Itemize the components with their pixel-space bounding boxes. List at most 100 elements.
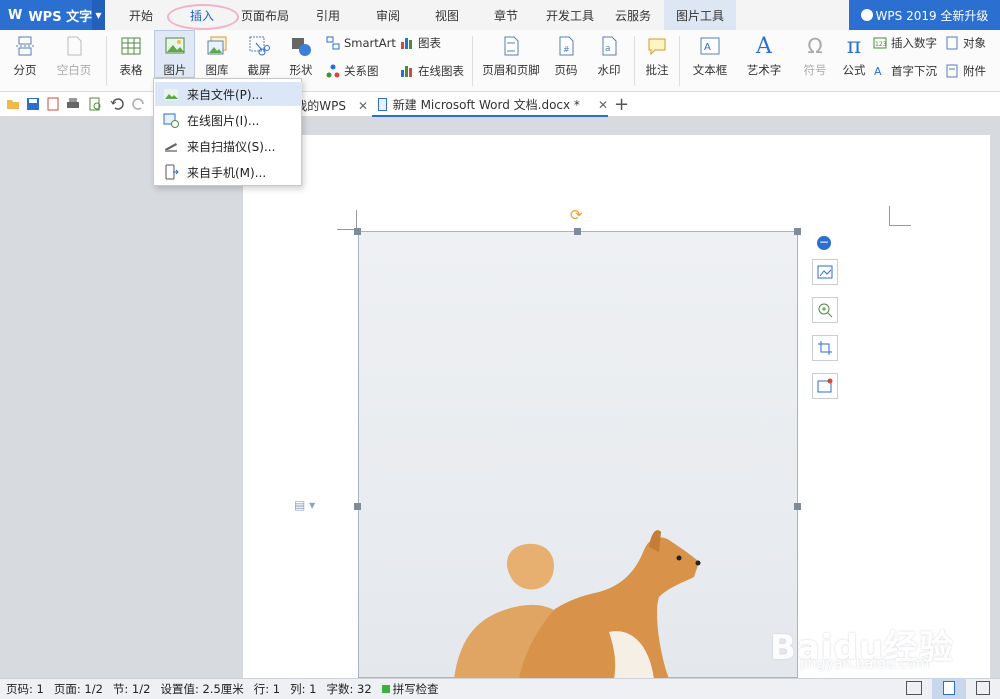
wps-window: W WPS 文字 ▼ 开始 插入 页面布局 引用 审阅 视图 章节 开发工具 云服… — [0, 0, 1000, 699]
resize-handle[interactable] — [354, 503, 361, 510]
page-view-button[interactable] — [932, 678, 966, 699]
button-label: 关系图 — [344, 64, 379, 78]
full-screen-icon[interactable] — [906, 681, 922, 695]
table-icon — [119, 34, 143, 58]
tab-developer[interactable]: 开发工具 — [540, 0, 600, 30]
formula-button[interactable]: π 公式 — [838, 30, 870, 92]
rotate-handle-icon[interactable]: ⟳ — [570, 208, 585, 223]
picture-dropdown-menu: 来自文件(P)... 在线图片(I)... 来自扫描仪(S)... 来自手机(M… — [153, 78, 302, 186]
doc-tab-active[interactable]: 新建 Microsoft Word 文档.docx * ✕ — [372, 94, 608, 117]
comment-button[interactable]: 批注 — [640, 30, 674, 92]
status-pages[interactable]: 页面: 1/2 — [54, 681, 103, 697]
app-logo-button[interactable]: W WPS 文字 — [0, 0, 105, 30]
status-col[interactable]: 列: 1 — [290, 681, 316, 697]
spell-check-label: 拼写检查 — [392, 682, 439, 696]
number-icon: 123 — [873, 36, 887, 50]
button-label: 插入数字 — [891, 36, 937, 50]
save-icon[interactable] — [26, 97, 40, 111]
close-icon[interactable]: ✕ — [358, 99, 368, 113]
status-setting[interactable]: 设置值: 2.5厘米 — [160, 681, 243, 697]
layout-options-button[interactable] — [812, 259, 838, 285]
outline-view-icon[interactable] — [976, 681, 990, 695]
status-words[interactable]: 字数: 32 — [327, 681, 372, 697]
new-tab-icon[interactable]: + — [614, 94, 629, 115]
table-button[interactable]: 表格 — [112, 30, 150, 92]
button-label: 页眉和页脚 — [482, 63, 540, 77]
dropcap-button[interactable]: A 首字下沉 — [873, 61, 937, 81]
app-menu-dropdown-icon[interactable]: ▼ — [92, 0, 105, 30]
resize-handle[interactable] — [574, 228, 581, 235]
page-break-button[interactable]: 分页 — [6, 30, 44, 92]
print-preview-icon[interactable] — [88, 97, 102, 111]
redo-icon[interactable] — [132, 97, 146, 111]
scanner-icon — [163, 138, 179, 154]
menu-item-scanner[interactable]: 来自扫描仪(S)... — [155, 134, 302, 158]
status-page[interactable]: 页码: 1 — [6, 681, 44, 697]
ribbon-divider — [106, 36, 107, 86]
print-icon[interactable] — [66, 97, 80, 111]
menu-item-from-file[interactable]: 来自文件(P)... — [155, 82, 302, 106]
zoom-button[interactable] — [812, 297, 838, 323]
menu-item-phone[interactable]: 来自手机(M)... — [155, 160, 302, 184]
resize-handle[interactable] — [794, 228, 801, 235]
inserted-picture[interactable] — [358, 231, 798, 679]
header-footer-button[interactable]: 页眉和页脚 — [480, 30, 542, 92]
tab-home[interactable]: 开始 — [115, 0, 167, 30]
smartart-button[interactable]: SmartArt — [326, 33, 396, 53]
textbox-button[interactable]: A 文本框 — [686, 30, 734, 92]
button-label: 对象 — [963, 36, 986, 50]
undo-icon[interactable] — [110, 97, 124, 111]
tab-picture-tools[interactable]: 图片工具 — [664, 0, 736, 30]
doc-tab-mywps[interactable]: 我的WPS ✕ — [302, 94, 368, 117]
tab-label: 章节 — [493, 8, 518, 23]
wps-badge-icon — [860, 9, 873, 21]
insert-number-button[interactable]: 123 插入数字 — [873, 33, 937, 53]
textbox-icon: A — [698, 34, 722, 58]
blank-page-button[interactable]: 空白页 — [48, 30, 100, 92]
paste-options-icon[interactable]: ▤ ▾ — [294, 498, 318, 512]
margin-corner-mark — [337, 210, 357, 230]
tab-page-layout[interactable]: 页面布局 — [236, 0, 294, 30]
button-label: 表格 — [119, 63, 143, 77]
svg-text:#: # — [563, 45, 570, 54]
workspace-top-margin — [243, 117, 990, 135]
tab-review[interactable]: 审阅 — [362, 0, 414, 30]
relation-icon — [326, 64, 340, 78]
omega-icon: Ω — [807, 34, 823, 58]
export-pdf-icon[interactable] — [46, 97, 60, 111]
frame-button[interactable] — [812, 373, 838, 399]
status-row[interactable]: 行: 1 — [254, 681, 280, 697]
spell-check-button[interactable]: 拼写检查 — [381, 681, 439, 697]
wordart-button[interactable]: A 艺术字 — [740, 30, 788, 92]
resize-handle[interactable] — [354, 228, 361, 235]
symbol-button[interactable]: Ω 符号 — [798, 30, 832, 92]
picture-icon — [163, 86, 179, 102]
upgrade-button[interactable]: WPS 2019 全新升级 — [849, 0, 1000, 30]
tab-cloud[interactable]: 云服务 — [605, 0, 661, 30]
collapse-icon[interactable]: − — [817, 236, 831, 250]
tab-label: 页面布局 — [240, 8, 289, 23]
watermark-button[interactable]: a 水印 — [590, 30, 628, 92]
object-button[interactable]: 对象 — [945, 33, 986, 53]
tab-view[interactable]: 视图 — [421, 0, 473, 30]
app-name: WPS 文字 — [28, 9, 93, 25]
close-icon[interactable]: ✕ — [598, 98, 608, 112]
tab-references[interactable]: 引用 — [302, 0, 354, 30]
layout-icon — [817, 265, 833, 279]
button-label: 文本框 — [692, 63, 728, 77]
crop-button[interactable] — [812, 335, 838, 361]
status-section[interactable]: 节: 1/2 — [113, 681, 151, 697]
resize-handle[interactable] — [794, 503, 801, 510]
menu-item-online-picture[interactable]: 在线图片(I)... — [155, 108, 302, 132]
ribbon-divider — [679, 36, 680, 86]
margin-corner-mark — [889, 206, 911, 226]
wordart-icon: A — [756, 33, 772, 59]
baidu-watermark-url: jingyan.baidu.com — [800, 656, 930, 672]
tab-chapter[interactable]: 章节 — [480, 0, 532, 30]
open-folder-icon[interactable] — [6, 97, 20, 111]
page-number-button[interactable]: # 页码 — [546, 30, 586, 92]
attachment-button[interactable]: 附件 — [945, 61, 986, 81]
chart-button[interactable]: 图表 — [400, 33, 441, 53]
online-chart-button[interactable]: 在线图表 — [400, 61, 464, 81]
relation-chart-button[interactable]: 关系图 — [326, 61, 379, 81]
